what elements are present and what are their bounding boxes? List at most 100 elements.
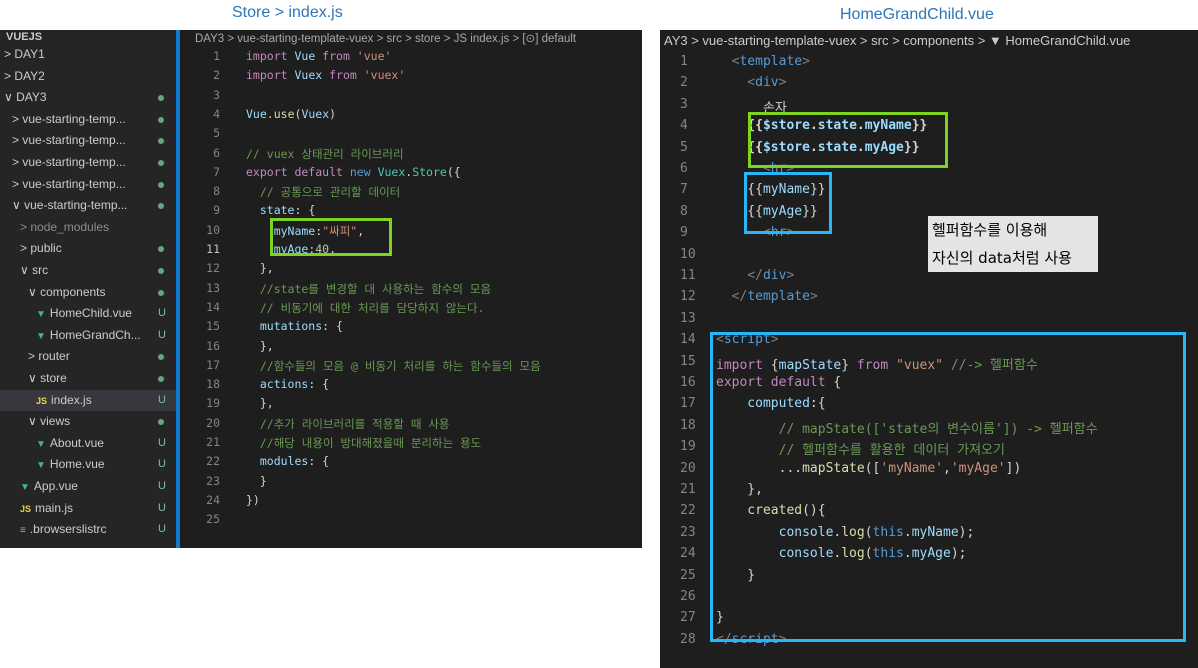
chevron-down-icon: ∨ — [4, 90, 17, 105]
code-line: // 비동기에 대한 처리를 담당하지 않는다. — [246, 300, 485, 316]
code-token: state — [246, 203, 295, 218]
code-token: < — [716, 75, 756, 91]
code-token: // vuex 상태관리 라이브러리 — [246, 146, 404, 161]
line-number: 1 — [213, 49, 220, 63]
line-number: 9 — [680, 225, 688, 241]
chevron-down-icon: ∨ — [12, 198, 25, 213]
code-line: export default new Vuex.Store({ — [246, 165, 461, 179]
code-line: // vuex 상태관리 라이브러리 — [246, 146, 404, 162]
code-line: </div> — [716, 268, 794, 283]
breadcrumb[interactable]: DAY3 > vue-starting-template-vuex > src … — [180, 30, 576, 48]
code-line: // 공통으로 관리할 데이터 — [246, 184, 400, 200]
explorer-item[interactable]: ▼ HomeChild.vue U — [0, 303, 176, 324]
line-number: 10 — [680, 246, 696, 262]
line-number: 5 — [213, 126, 220, 141]
explorer-item[interactable]: > node_modules — [0, 217, 176, 238]
untracked-badge: U — [158, 501, 166, 514]
explorer-item[interactable]: ∨ views — [0, 411, 176, 432]
editor-index-js[interactable]: DAY3 > vue-starting-template-vuex > src … — [180, 30, 642, 548]
code-token: > — [778, 75, 787, 91]
line-number: 24 — [206, 492, 220, 507]
line-number: 19 — [680, 439, 696, 455]
explorer-item[interactable]: JS index.js U — [0, 389, 176, 411]
explorer-item[interactable]: ∨ components — [0, 282, 176, 303]
explorer-item[interactable]: ▼ About.vue U — [0, 433, 176, 454]
explorer-item-label: ▼ HomeGrandCh... — [36, 325, 141, 347]
explorer-item-text: views — [40, 414, 71, 429]
explorer-item[interactable]: > DAY1 — [0, 44, 176, 65]
explorer-item-text: vue-starting-temp... — [22, 133, 126, 148]
line-number: 14 — [680, 332, 696, 348]
explorer-item[interactable]: ▼ App.vue U — [0, 476, 176, 497]
explorer-item-text: vue-starting-temp... — [22, 111, 126, 126]
right-vscode-window[interactable]: AY3 > vue-starting-template-vuex > src >… — [660, 30, 1198, 668]
highlight-state-box — [270, 218, 392, 256]
modified-dot-icon — [158, 268, 164, 274]
highlight-script-box — [710, 332, 1186, 642]
modified-dot-icon — [158, 246, 164, 253]
line-number: 7 — [213, 164, 220, 179]
code-token: > — [786, 268, 795, 283]
line-number: 28 — [680, 631, 696, 647]
modified-dot-icon — [158, 354, 164, 361]
explorer-item-label: JS main.js — [20, 498, 73, 520]
modified-dot-icon — [158, 419, 164, 426]
code-token: : { — [294, 203, 316, 218]
chevron-right-icon: > — [12, 111, 23, 126]
explorer-item-text: router — [38, 349, 70, 364]
explorer-item[interactable]: JS main.js U — [0, 498, 176, 519]
modified-dot-icon — [158, 116, 164, 123]
code-line: //해당 내용이 방대해졌을때 분리하는 용도 — [246, 435, 481, 451]
line-number: 17 — [206, 357, 220, 372]
explorer-item[interactable]: ∨ DAY3 — [0, 87, 176, 108]
explorer-item[interactable]: > DAY2 — [0, 66, 176, 87]
explorer-item[interactable]: ∨ vue-starting-temp... — [0, 195, 176, 216]
breadcrumb[interactable]: AY3 > vue-starting-template-vuex > src >… — [660, 30, 1130, 52]
code-line: }, — [246, 261, 274, 275]
explorer-item-label: ∨ DAY3 — [4, 87, 47, 108]
code-token: //함수들의 모음 @ 비동기 처리를 하는 함수들의 모음 — [246, 358, 541, 373]
explorer-item-label: > vue-starting-temp... — [12, 174, 126, 195]
explorer-item-label: ∨ src — [20, 260, 48, 281]
explorer-item[interactable]: ▼ Home.vue U — [0, 454, 176, 475]
code-line: <template> — [716, 54, 810, 69]
explorer-item[interactable]: > vue-starting-temp... — [0, 109, 176, 130]
explorer-root-label: VUEJS — [6, 31, 43, 43]
explorer-item[interactable]: > public — [0, 238, 176, 259]
code-token: template — [739, 54, 803, 69]
explorer-item-text: .browserslistrc — [29, 522, 107, 537]
explorer-root[interactable]: VUEJS — [0, 30, 176, 44]
untracked-badge: U — [158, 307, 166, 320]
code-token: }, — [246, 396, 274, 411]
explorer-item[interactable]: ≡ .browserslistrc U — [0, 519, 176, 540]
explorer-item[interactable]: > vue-starting-temp... — [0, 152, 176, 173]
code-token: div — [762, 268, 787, 283]
line-number: 4 — [213, 106, 220, 121]
code-line: Vue.use(Vuex) — [246, 107, 336, 121]
file-explorer: VUEJS > DAY1 > DAY2 ∨ DAY3 > vue-starting-t… — [0, 30, 176, 548]
explorer-item[interactable]: > vue-starting-temp... — [0, 130, 176, 151]
line-number: 12 — [206, 261, 220, 276]
code-token: //해당 내용이 방대해졌을때 분리하는 용도 — [246, 436, 482, 450]
explorer-item[interactable]: ∨ src — [0, 260, 176, 281]
chevron-down-icon: ∨ — [28, 284, 41, 299]
chevron-down-icon: ∨ — [20, 263, 33, 277]
config-file-icon: ≡ — [20, 525, 26, 537]
line-number: 21 — [680, 482, 696, 497]
code-token: from — [315, 49, 357, 63]
line-number: 16 — [680, 375, 696, 390]
explorer-item-label: ▼ App.vue — [20, 476, 78, 498]
explorer-item-label: ≡ .browserslistrc — [20, 519, 107, 541]
vue-file-icon: ▼ — [36, 438, 46, 450]
code-token: from — [322, 68, 364, 83]
explorer-item-label: ▼ Home.vue — [36, 454, 105, 476]
explorer-item[interactable]: ∨ store — [0, 368, 176, 389]
untracked-badge: U — [158, 480, 166, 492]
line-number: 4 — [680, 118, 688, 134]
explorer-item[interactable]: > vue-starting-temp... — [0, 174, 176, 195]
code-token: > — [809, 289, 818, 305]
explorer-item[interactable]: > router — [0, 346, 176, 367]
explorer-item[interactable]: ▼ HomeGrandCh... U — [0, 325, 176, 346]
code-line: }, — [246, 339, 274, 353]
explorer-item-text: HomeChild.vue — [49, 306, 132, 321]
